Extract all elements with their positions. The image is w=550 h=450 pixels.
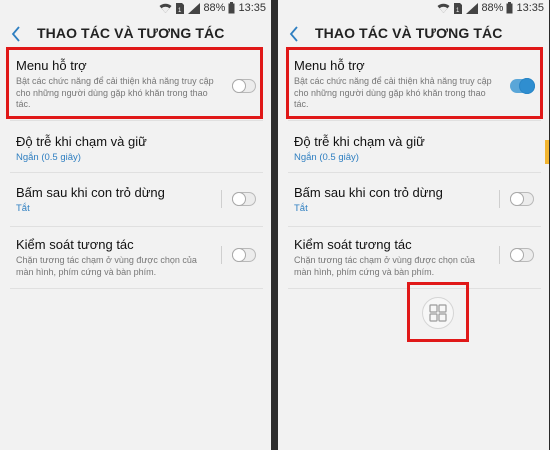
highlight-box: [286, 47, 543, 119]
clock: 13:35: [516, 2, 544, 14]
status-bar: 1 88% 13:35: [0, 0, 271, 17]
signal-icon: [188, 2, 201, 14]
page-title: THAO TÁC VÀ TƯƠNG TÁC: [315, 25, 503, 41]
setting-value: Tắt: [294, 203, 308, 214]
battery-percent: 88%: [481, 2, 504, 14]
setting-value: Tắt: [16, 203, 30, 214]
sim-icon: 1: [453, 2, 463, 14]
highlight-box: [407, 282, 469, 342]
sim-icon: 1: [175, 2, 185, 14]
setting-kiem-soat[interactable]: Kiểm soát tương tác Chặn tương tác chạm …: [0, 227, 271, 287]
page-title: THAO TÁC VÀ TƯƠNG TÁC: [37, 25, 225, 41]
left-phone-screen: 1 88% 13:35 THAO TÁC VÀ TƯƠNG TÁC Menu h…: [0, 0, 271, 450]
back-arrow-icon: [11, 26, 20, 42]
setting-title: Độ trễ khi chạm và giữ: [16, 134, 147, 149]
bam-sau-toggle[interactable]: [232, 192, 256, 206]
clock: 13:35: [238, 2, 266, 14]
vertical-separator: [499, 246, 500, 264]
setting-value: Ngắn (0.5 giây): [294, 152, 359, 163]
vertical-separator: [221, 190, 222, 208]
setting-value: Ngắn (0.5 giây): [16, 152, 81, 163]
setting-title: Kiểm soát tương tác: [294, 237, 412, 252]
signal-icon: [466, 2, 479, 14]
setting-title: Bấm sau khi con trỏ dừng: [16, 185, 165, 200]
app-bar: THAO TÁC VÀ TƯƠNG TÁC: [0, 17, 271, 49]
edge-panel-handle[interactable]: [545, 140, 549, 164]
wifi-icon: [437, 3, 450, 14]
highlight-box: [6, 47, 263, 119]
setting-do-tre[interactable]: Độ trễ khi chạm và giữ Ngắn (0.5 giây): [278, 121, 549, 171]
screen-divider: [271, 0, 278, 450]
back-arrow-icon: [289, 26, 298, 42]
setting-title: Độ trễ khi chạm và giữ: [294, 134, 425, 149]
setting-do-tre[interactable]: Độ trễ khi chạm và giữ Ngắn (0.5 giây): [0, 121, 271, 171]
setting-bam-sau[interactable]: Bấm sau khi con trỏ dừng Tắt: [0, 173, 271, 225]
wifi-icon: [159, 3, 172, 14]
setting-title: Kiểm soát tương tác: [16, 237, 134, 252]
kiem-soat-toggle[interactable]: [510, 248, 534, 262]
setting-description: Chặn tương tác chạm ở vùng được chọn của…: [294, 255, 475, 277]
back-button[interactable]: [6, 23, 28, 45]
vertical-separator: [499, 190, 500, 208]
back-button[interactable]: [284, 23, 306, 45]
battery-percent: 88%: [203, 2, 226, 14]
battery-icon: [506, 2, 513, 14]
battery-icon: [228, 2, 235, 14]
vertical-separator: [221, 246, 222, 264]
divider: [10, 288, 263, 289]
setting-bam-sau[interactable]: Bấm sau khi con trỏ dừng Tắt: [278, 173, 549, 225]
right-phone-screen: 1 88% 13:35 THAO TÁC VÀ TƯƠNG TÁC Menu h…: [278, 0, 549, 450]
bam-sau-toggle[interactable]: [510, 192, 534, 206]
status-bar: 1 88% 13:35: [278, 0, 549, 17]
setting-kiem-soat[interactable]: Kiểm soát tương tác Chặn tương tác chạm …: [278, 227, 549, 287]
setting-title: Bấm sau khi con trỏ dừng: [294, 185, 443, 200]
kiem-soat-toggle[interactable]: [232, 248, 256, 262]
setting-description: Chặn tương tác chạm ở vùng được chọn của…: [16, 255, 197, 277]
app-bar: THAO TÁC VÀ TƯƠNG TÁC: [278, 17, 549, 49]
